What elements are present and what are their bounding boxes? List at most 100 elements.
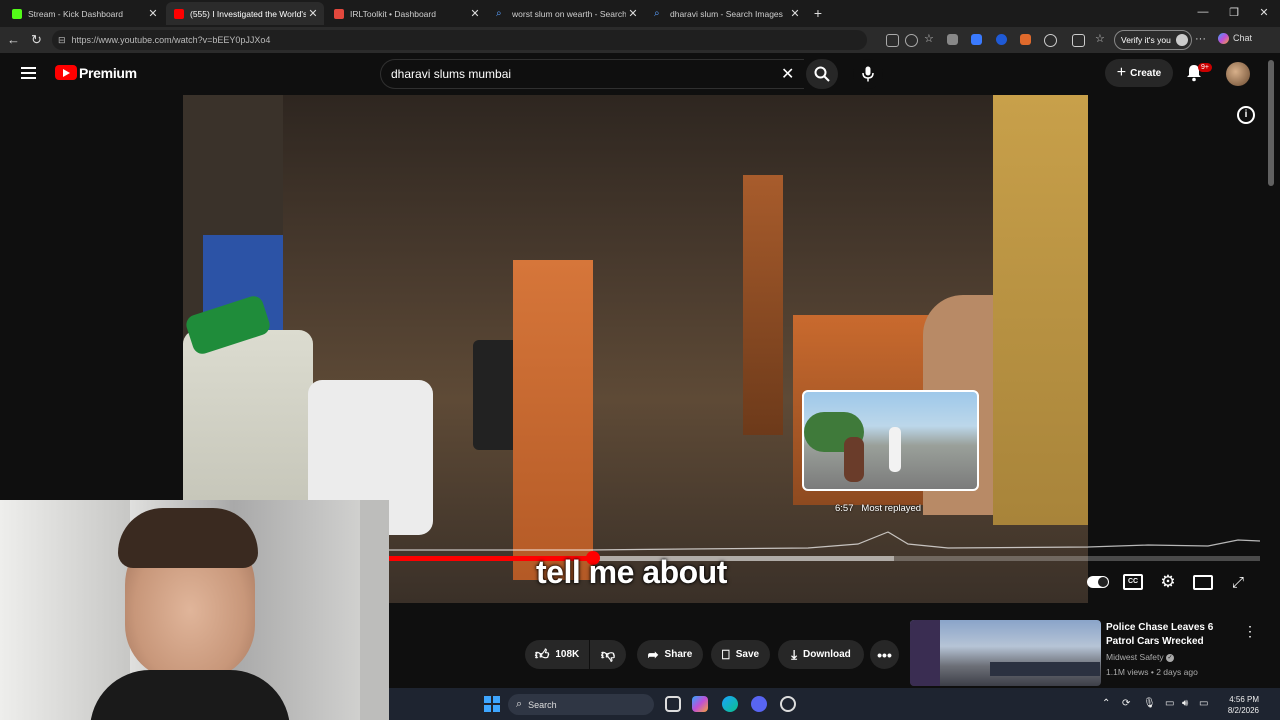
webcam-shirt xyxy=(90,670,290,720)
download-button[interactable]: ⤓ Download xyxy=(778,640,864,669)
new-tab-button[interactable]: + xyxy=(808,5,828,21)
close-window-button[interactable]: ✕ xyxy=(1254,6,1274,19)
download-icon: ⤓ xyxy=(791,646,797,662)
browser-tab-youtube[interactable]: (555) I Investigated the World's La ✕ xyxy=(166,2,324,25)
extension-blue-icon[interactable] xyxy=(971,34,982,45)
obs-icon[interactable] xyxy=(780,696,796,712)
share-button[interactable]: ➦ Share xyxy=(637,640,703,669)
search-input[interactable]: dharavi slums mumbai xyxy=(380,59,804,89)
read-aloud-icon[interactable] xyxy=(886,34,899,47)
windows-start-icon[interactable] xyxy=(484,696,500,712)
recommended-video-meta: 1.1M views • 2 days ago xyxy=(1106,667,1198,677)
webcam-doorframe xyxy=(360,500,389,720)
browser-tab-irltoolkit[interactable]: IRLToolkit • Dashboard ✕ xyxy=(326,2,486,25)
fullscreen-icon[interactable]: ⤢ xyxy=(1228,573,1248,591)
extension-shield-icon[interactable] xyxy=(947,34,958,45)
url-field[interactable]: ⊟ https://www.youtube.com/watch?v=bEEY0p… xyxy=(52,30,867,50)
split-screen-icon[interactable] xyxy=(1072,34,1085,47)
preview-label: Most replayed xyxy=(861,503,922,514)
close-tab-icon[interactable]: ✕ xyxy=(306,7,320,20)
captions-button[interactable]: CC xyxy=(1123,573,1143,591)
seek-preview-thumbnail xyxy=(802,390,979,491)
windows-taskbar: ⌕ Search ⌃ ⟳ 🎙︎ ▭ 🔊︎ ▭ 4:56 PM 8/2/2026 xyxy=(389,688,1280,720)
download-label: Download xyxy=(802,649,851,660)
taskbar-search-placeholder: Search xyxy=(528,699,557,710)
tab-title: IRLToolkit • Dashboard xyxy=(350,8,436,19)
task-view-icon[interactable] xyxy=(665,696,681,712)
kick-favicon-icon xyxy=(12,8,22,19)
channel-name: Midwest Safety xyxy=(1106,652,1164,662)
theater-mode-button[interactable] xyxy=(1192,573,1214,591)
tray-mic-icon[interactable]: 🎙︎ xyxy=(1143,698,1156,709)
thumbs-down-icon: 👎︎ xyxy=(600,646,616,662)
more-actions-button[interactable]: ••• xyxy=(870,640,899,669)
volume-icon[interactable]: 🔊︎ xyxy=(1182,698,1188,709)
microphone-icon xyxy=(862,66,874,82)
close-tab-icon[interactable]: ✕ xyxy=(146,7,160,20)
taskbar-clock[interactable]: 4:56 PM 8/2/2026 xyxy=(1217,694,1259,716)
site-info-icon[interactable]: ⊟ xyxy=(58,35,66,46)
youtube-premium-label[interactable]: Premium xyxy=(79,65,137,81)
subtitle-caption: tell me about xyxy=(536,554,727,590)
like-button[interactable]: 👍︎ 108K xyxy=(525,640,589,669)
kebab-menu-icon[interactable]: ⋮ xyxy=(1243,623,1257,640)
edge-browser-icon[interactable] xyxy=(722,696,738,712)
discord-icon[interactable] xyxy=(751,696,767,712)
minimize-button[interactable]: — xyxy=(1193,6,1213,18)
browser-tab-images[interactable]: ⌕ dharavi slum - Search Images ✕ xyxy=(646,2,806,25)
like-count: 108K xyxy=(555,649,580,660)
thumbs-up-icon: 👍︎ xyxy=(534,646,550,662)
menu-hamburger-icon[interactable] xyxy=(21,67,36,79)
webcam-hair xyxy=(118,508,258,568)
dislike-button[interactable]: 👎︎ xyxy=(590,640,626,669)
captions-icon: CC xyxy=(1123,574,1143,590)
bookmark-icon: ⎕ xyxy=(721,646,730,662)
favorites-icon[interactable]: ☆ xyxy=(1095,34,1106,45)
taskbar-search-box[interactable]: ⌕ Search xyxy=(508,694,654,715)
voice-search-button[interactable] xyxy=(853,59,883,89)
refresh-icon[interactable]: ↻ xyxy=(31,32,42,48)
back-arrow-icon[interactable]: ← xyxy=(7,32,20,47)
search-favicon-icon: ⌕ xyxy=(496,7,502,19)
restore-button[interactable]: ❐ xyxy=(1224,6,1244,19)
info-icon[interactable]: i xyxy=(1237,106,1255,124)
battery-icon[interactable]: ▭ xyxy=(1199,698,1208,709)
extension-puzzle-icon[interactable] xyxy=(1044,34,1057,47)
extension-circle-icon[interactable] xyxy=(996,34,1007,45)
save-button[interactable]: ⎕ Save xyxy=(711,640,770,669)
recommended-channel[interactable]: Midwest Safety ✓ xyxy=(1106,652,1175,662)
clear-search-icon[interactable]: ✕ xyxy=(781,64,794,84)
tray-chevron-icon[interactable]: ⌃ xyxy=(1102,698,1110,709)
browser-tab-search[interactable]: ⌕ worst slum on wearth - Search ✕ xyxy=(488,2,644,25)
extension-orange-icon[interactable] xyxy=(1020,34,1031,45)
create-button[interactable]: + Create xyxy=(1105,59,1173,87)
search-query-text: dharavi slums mumbai xyxy=(391,67,512,81)
autoplay-knob xyxy=(1098,577,1108,587)
favorite-star-icon[interactable]: ☆ xyxy=(924,34,935,45)
account-avatar[interactable] xyxy=(1226,62,1250,86)
search-favicon-icon: ⌕ xyxy=(654,7,660,19)
close-tab-icon[interactable]: ✕ xyxy=(626,7,640,20)
streamer-webcam-overlay xyxy=(0,500,389,720)
page-scrollbar[interactable] xyxy=(1268,60,1274,186)
browser-tab-kick[interactable]: Stream - Kick Dashboard ✕ xyxy=(4,2,164,25)
recommended-video-title[interactable]: Police Chase Leaves 6 Patrol Cars Wrecke… xyxy=(1106,621,1236,649)
copilot-chat-button[interactable]: Chat xyxy=(1218,33,1252,45)
close-tab-icon[interactable]: ✕ xyxy=(468,7,482,20)
more-horizontal-icon: ••• xyxy=(877,646,892,663)
recommended-video-thumbnail[interactable] xyxy=(910,620,1101,686)
verify-button[interactable]: Verify it's you xyxy=(1114,30,1192,50)
search-button[interactable] xyxy=(806,59,838,89)
copilot-app-icon[interactable] xyxy=(692,696,708,712)
tray-display-icon[interactable]: ▭ xyxy=(1165,698,1174,709)
tab-title: Stream - Kick Dashboard xyxy=(28,8,123,19)
autoplay-toggle[interactable] xyxy=(1086,573,1110,591)
close-tab-icon[interactable]: ✕ xyxy=(788,7,802,20)
start-tile xyxy=(493,705,500,712)
save-label: Save xyxy=(735,649,760,660)
settings-gear-icon[interactable]: ⚙ xyxy=(1158,572,1178,591)
tray-sync-icon[interactable]: ⟳ xyxy=(1122,698,1130,709)
zoom-icon[interactable] xyxy=(905,34,918,47)
more-menu-icon[interactable]: ··· xyxy=(1195,33,1206,45)
youtube-logo-icon[interactable] xyxy=(55,65,77,80)
